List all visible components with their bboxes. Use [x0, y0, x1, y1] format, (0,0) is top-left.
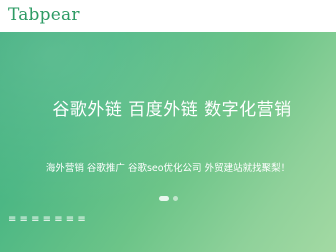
hero-title: 谷歌外链 百度外链 数字化营销: [52, 100, 292, 120]
slider-dot-2[interactable]: [172, 196, 178, 201]
slider-dots: [0, 196, 336, 201]
partial-footer-text: ≡ ≡ ≡ ≡ ≡ ≡ ≡: [8, 214, 86, 225]
slider-dot-1[interactable]: [158, 196, 169, 201]
site-header: Tabpear: [0, 0, 336, 32]
hero-subtitle: 海外营销 谷歌推广 谷歌seo优化公司 外贸建站就找聚梨！: [45, 163, 291, 174]
site-logo[interactable]: Tabpear: [8, 4, 80, 26]
